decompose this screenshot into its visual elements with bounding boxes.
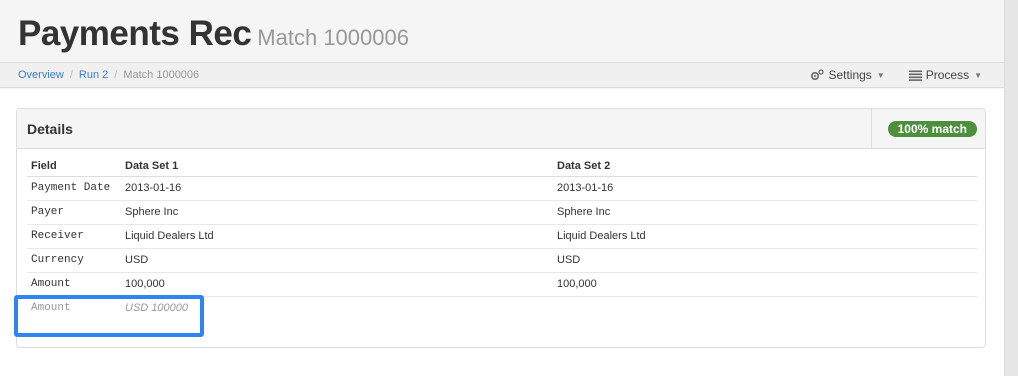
panel-title: Details	[27, 121, 73, 137]
dataset2-value: USD	[553, 247, 977, 272]
field-name: Currency	[27, 247, 121, 272]
chevron-down-icon: ▼	[876, 70, 885, 80]
navbar: Overview / Run 2/Match 1000006 Settings ▼ P…	[0, 62, 1004, 88]
settings-dropdown[interactable]: Settings ▼	[810, 68, 885, 82]
field-name: Receiver	[27, 223, 121, 248]
process-dropdown[interactable]: Process ▼	[908, 68, 982, 82]
dataset1-value: Sphere Inc	[121, 199, 553, 224]
dataset1-value: Liquid Dealers Ltd	[121, 223, 553, 248]
dataset2-value: 2013-01-16	[553, 175, 977, 200]
dataset1-value: 100,000	[121, 271, 553, 296]
panel-header: Details 100% match	[17, 109, 985, 149]
gears-icon	[811, 69, 825, 81]
table-row: Payer Sphere Inc Sphere Inc	[27, 199, 977, 224]
scrollbar[interactable]	[1004, 0, 1018, 376]
dataset2-value: Sphere Inc	[553, 199, 977, 224]
dataset2-value	[553, 295, 977, 320]
table-row: Receiver Liquid Dealers Ltd Liquid Deale…	[27, 223, 977, 248]
page-header: Payments Rec Match 1000006	[0, 0, 1004, 62]
process-label: Process	[925, 68, 970, 82]
field-name: Amount	[27, 271, 121, 296]
column-header-field: Field	[27, 156, 121, 177]
breadcrumb-run[interactable]: Run 2	[79, 69, 108, 81]
table-row: Amount 100,000 100,000	[27, 271, 977, 296]
highlight-box	[14, 295, 204, 337]
dataset1-value: 2013-01-16	[121, 175, 553, 200]
table-row: Payment Date 2013-01-16 2013-01-16	[27, 175, 977, 200]
match-badge: 100% match	[887, 121, 977, 137]
dataset1-value: USD	[121, 247, 553, 272]
breadcrumb: Overview / Run 2/Match 1000006	[18, 69, 200, 81]
column-header-dataset1: Data Set 1	[121, 156, 553, 177]
breadcrumb-current: Match 1000006	[123, 69, 200, 81]
page-subtitle: Match 1000006	[257, 25, 409, 50]
field-name: Payer	[27, 199, 121, 224]
chevron-down-icon: ▼	[974, 70, 982, 80]
page-title: Payments Rec Match 1000006	[18, 14, 409, 53]
settings-label: Settings	[828, 68, 872, 82]
column-header-dataset2: Data Set 2	[553, 156, 977, 177]
breadcrumb-overview[interactable]: Overview	[18, 69, 64, 81]
dataset2-value: Liquid Dealers Ltd	[553, 223, 977, 248]
list-icon	[908, 70, 922, 81]
field-name: Payment Date	[27, 175, 121, 200]
dataset2-value: 100,000	[553, 271, 977, 296]
table-row: Currency USD USD	[27, 247, 977, 272]
